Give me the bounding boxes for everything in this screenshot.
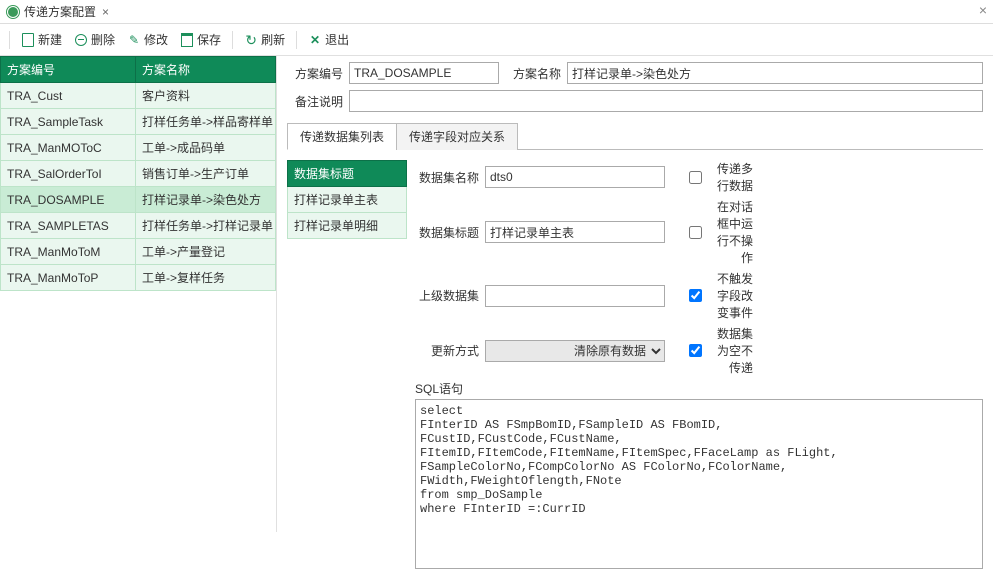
cell-code: TRA_DOSAMPLE [1, 187, 136, 213]
chk-empty-box[interactable] [689, 344, 702, 357]
refresh-button[interactable]: 刷新 [240, 29, 289, 50]
cell-name: 工单->复样任务 [136, 265, 276, 291]
col-scheme-name[interactable]: 方案名称 [136, 57, 276, 83]
cell-name: 工单->成品码单 [136, 135, 276, 161]
ds-parent-input[interactable] [485, 285, 665, 307]
chk-dialog[interactable]: 在对话框中运行不操作 [689, 198, 753, 266]
table-row[interactable]: TRA_ManMOToC工单->成品码单 [1, 135, 276, 161]
table-row[interactable]: TRA_ManMoToP工单->复样任务 [1, 265, 276, 291]
cell-code: TRA_SalOrderToI [1, 161, 136, 187]
new-button[interactable]: 新建 [17, 29, 66, 50]
chk-trigger-label: 不触发字段改变事件 [706, 270, 753, 321]
table-row[interactable]: TRA_ManMoToM工单->产量登记 [1, 239, 276, 265]
chk-multi-box[interactable] [689, 171, 702, 184]
main-area: 方案编号 方案名称 TRA_Cust客户资料TRA_SampleTask打样任务… [0, 56, 993, 532]
refresh-label: 刷新 [261, 31, 285, 48]
delete-icon [75, 34, 87, 46]
edit-label: 修改 [144, 31, 168, 48]
chk-dialog-label: 在对话框中运行不操作 [706, 198, 753, 266]
scheme-grid[interactable]: 方案编号 方案名称 TRA_Cust客户资料TRA_SampleTask打样任务… [0, 56, 277, 532]
code-label: 方案编号 [287, 65, 343, 82]
sql-label: SQL语句 [415, 380, 983, 397]
cell-code: TRA_ManMoToM [1, 239, 136, 265]
exit-icon [308, 33, 322, 47]
dataset-detail: 数据集名称 传递多行数据 数据集标题 在对话框中运行不操作 上级数据集 不触发字… [407, 160, 983, 569]
save-label: 保存 [197, 31, 221, 48]
tab-field-mapping[interactable]: 传递字段对应关系 [396, 123, 518, 150]
table-row[interactable]: TRA_SAMPLETAS打样任务单->打样记录单 [1, 213, 276, 239]
window-close-icon[interactable]: × [979, 2, 987, 18]
ds-update-select[interactable]: 清除原有数据 [485, 340, 665, 362]
remark-label: 备注说明 [287, 93, 343, 110]
chk-trigger-box[interactable] [689, 289, 702, 302]
cell-code: TRA_Cust [1, 83, 136, 109]
chk-empty[interactable]: 数据集为空不传递 [689, 325, 753, 376]
cell-name: 客户资料 [136, 83, 276, 109]
remark-input[interactable] [349, 90, 983, 112]
separator [9, 31, 10, 49]
tabs: 传递数据集列表 传递字段对应关系 [287, 122, 983, 150]
table-row[interactable]: TRA_DOSAMPLE打样记录单->染色处方 [1, 187, 276, 213]
ds-name-input[interactable] [485, 166, 665, 188]
exit-label: 退出 [325, 31, 349, 48]
tab-close-icon[interactable]: × [102, 5, 109, 19]
chk-empty-label: 数据集为空不传递 [706, 325, 753, 376]
ds-update-label: 更新方式 [415, 342, 479, 359]
delete-label: 删除 [91, 31, 115, 48]
cell-code: TRA_ManMOToC [1, 135, 136, 161]
separator [296, 31, 297, 49]
ds-title-input[interactable] [485, 221, 665, 243]
new-label: 新建 [38, 31, 62, 48]
edit-icon [127, 33, 141, 47]
name-input[interactable] [567, 62, 983, 84]
table-row[interactable]: TRA_SampleTask打样任务单->样品寄样单 [1, 109, 276, 135]
table-row[interactable]: TRA_Cust客户资料 [1, 83, 276, 109]
cell-name: 工单->产量登记 [136, 239, 276, 265]
cell-code: TRA_SampleTask [1, 109, 136, 135]
exit-button[interactable]: 退出 [304, 29, 353, 50]
detail-panel: 方案编号 方案名称 备注说明 传递数据集列表 传递字段对应关系 数据集标题 打样… [277, 56, 993, 532]
table-row[interactable]: TRA_SalOrderToI销售订单->生产订单 [1, 161, 276, 187]
chk-trigger[interactable]: 不触发字段改变事件 [689, 270, 753, 321]
chk-dialog-box[interactable] [689, 226, 702, 239]
name-label: 方案名称 [505, 65, 561, 82]
sql-textarea[interactable] [415, 399, 983, 569]
dataset-list-header: 数据集标题 [287, 160, 407, 187]
cell-name: 打样任务单->打样记录单 [136, 213, 276, 239]
col-scheme-code[interactable]: 方案编号 [1, 57, 136, 83]
new-icon [21, 33, 35, 47]
separator [232, 31, 233, 49]
dataset-list: 数据集标题 打样记录单主表打样记录单明细 [287, 160, 407, 569]
cell-name: 销售订单->生产订单 [136, 161, 276, 187]
app-icon [6, 5, 20, 19]
delete-button[interactable]: 删除 [70, 29, 119, 50]
ds-name-label: 数据集名称 [415, 169, 479, 186]
ds-parent-label: 上级数据集 [415, 287, 479, 304]
cell-name: 打样任务单->样品寄样单 [136, 109, 276, 135]
refresh-icon [244, 33, 258, 47]
cell-code: TRA_ManMoToP [1, 265, 136, 291]
dataset-item[interactable]: 打样记录单明细 [287, 213, 407, 239]
toolbar: 新建 删除 修改 保存 刷新 退出 [0, 24, 993, 56]
tab-body: 数据集标题 打样记录单主表打样记录单明细 数据集名称 传递多行数据 数据集标题 … [287, 160, 983, 569]
tab-dataset-list[interactable]: 传递数据集列表 [287, 123, 397, 150]
ds-title-label: 数据集标题 [415, 224, 479, 241]
code-input[interactable] [349, 62, 499, 84]
save-icon [180, 33, 194, 47]
save-button[interactable]: 保存 [176, 29, 225, 50]
chk-multi-label: 传递多行数据 [706, 160, 753, 194]
cell-code: TRA_SAMPLETAS [1, 213, 136, 239]
titlebar: 传递方案配置 × × [0, 0, 993, 24]
cell-name: 打样记录单->染色处方 [136, 187, 276, 213]
edit-button[interactable]: 修改 [123, 29, 172, 50]
tab-title: 传递方案配置 [24, 3, 96, 20]
dataset-item[interactable]: 打样记录单主表 [287, 187, 407, 213]
chk-multi[interactable]: 传递多行数据 [689, 160, 753, 194]
